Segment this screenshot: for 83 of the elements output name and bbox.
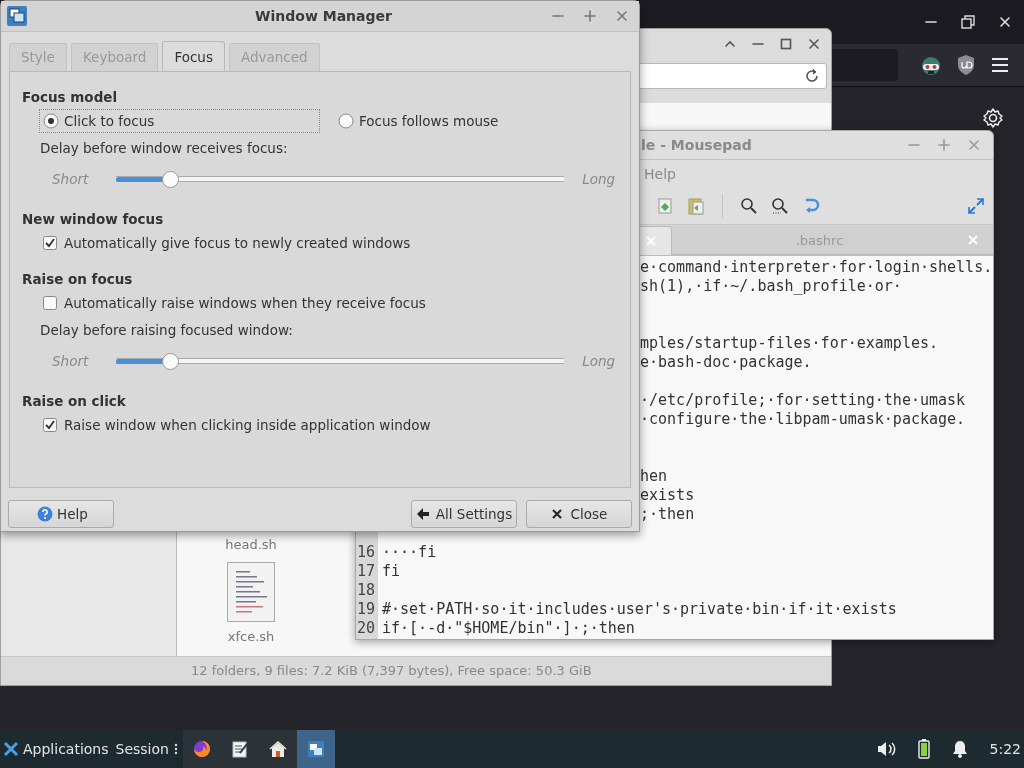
- radio-option[interactable]: Focus follows mouse: [334, 109, 504, 133]
- slider-min-label: Short: [52, 171, 89, 187]
- code-line: ·/etc/profile;·for·setting·the·umask: [640, 390, 966, 409]
- bell-icon[interactable]: [951, 740, 968, 758]
- tab[interactable]: Focus: [162, 41, 225, 71]
- checkbox[interactable]: [43, 296, 57, 310]
- close-icon: [550, 508, 563, 520]
- shield-icon[interactable]: [956, 54, 976, 76]
- taskbar-button[interactable]: [182, 730, 221, 768]
- session-menu[interactable]: Session: [112, 730, 183, 768]
- section-heading: Raise on focus: [22, 270, 134, 289]
- radio-option[interactable]: Click to focus: [39, 109, 320, 133]
- slider-label: Delay before window receives focus:: [39, 139, 289, 158]
- settings-button[interactable]: All Settings: [411, 500, 517, 528]
- close-icon[interactable]: [807, 37, 821, 51]
- home-icon: [267, 739, 288, 759]
- slider-label: Delay before raising focused window:: [39, 321, 294, 340]
- slider-min-label: Short: [52, 353, 89, 369]
- dots-icon: [172, 742, 179, 756]
- radio-button[interactable]: [338, 113, 354, 129]
- clock[interactable]: 5:22: [989, 741, 1024, 757]
- settings-icon[interactable]: [982, 107, 1004, 129]
- code-line: ·configure·the·libpam-umask·package.: [640, 409, 966, 428]
- checkbox-label[interactable]: Automatically raise windows when they receive focus: [64, 295, 426, 311]
- code-line: #·set·PATH·so·it·includes·user's·private·bin·if·it·exists: [382, 599, 897, 618]
- clipboard-icon[interactable]: [687, 197, 705, 215]
- search-icon[interactable]: [740, 197, 758, 215]
- help-icon: [37, 506, 53, 522]
- line-number: 18: [356, 580, 376, 599]
- x-logo-icon: [3, 741, 19, 757]
- taskbar-button[interactable]: [296, 730, 335, 768]
- code-line: exists: [640, 485, 695, 504]
- checkbox[interactable]: [43, 236, 57, 250]
- code-line: e·command·interpreter·for·login·shells.: [640, 257, 993, 276]
- text-file-icon[interactable]: [227, 562, 275, 622]
- slider-handle[interactable]: [162, 170, 179, 188]
- section-heading: Focus model: [22, 88, 119, 107]
- line-number: 16: [356, 542, 376, 561]
- taskbar-button[interactable]: [258, 730, 297, 768]
- help-button[interactable]: Help: [8, 500, 114, 528]
- search-replace-icon[interactable]: [771, 197, 789, 215]
- window-manager-icon: [305, 739, 326, 759]
- fullscreen-icon[interactable]: [967, 197, 985, 215]
- maximize-icon[interactable]: [779, 37, 793, 51]
- code-line: sh(1),·if·~/.bash_profile·or·: [640, 276, 902, 295]
- radio-label[interactable]: Focus follows mouse: [359, 113, 499, 129]
- browser-icon: [191, 739, 212, 759]
- restore-icon[interactable]: [960, 14, 976, 30]
- checkbox[interactable]: [43, 418, 57, 432]
- section-heading: New window focus: [22, 210, 165, 229]
- app-icon: [6, 5, 28, 27]
- volume-icon[interactable]: [875, 740, 896, 758]
- menu-icon[interactable]: [990, 56, 1010, 74]
- checkbox-label[interactable]: Raise window when clicking inside application window: [64, 417, 431, 433]
- code-line: mples/startup-files·for·examples.: [640, 333, 938, 352]
- line-number: 19: [356, 599, 376, 618]
- applications-menu[interactable]: Applications: [0, 730, 113, 768]
- code-line: ····fi: [382, 542, 437, 561]
- text-editor-icon: [229, 739, 250, 759]
- mascot-icon[interactable]: [920, 54, 942, 76]
- radio-label[interactable]: Click to focus: [64, 113, 155, 129]
- code-line: if·[·-d·"$HOME/bin"·]·;·then: [382, 618, 635, 637]
- window-title: Window Manager: [254, 8, 393, 24]
- checkbox-label[interactable]: Automatically give focus to newly created windows: [64, 235, 411, 251]
- reload-icon[interactable]: [804, 68, 820, 84]
- line-number: 17: [356, 561, 376, 580]
- slider-handle[interactable]: [162, 352, 179, 370]
- section-heading: Raise on click: [22, 392, 127, 411]
- file-name[interactable]: head.sh: [225, 537, 277, 552]
- radio-button[interactable]: [43, 113, 59, 129]
- file-name[interactable]: xfce.sh: [227, 629, 275, 644]
- close-icon[interactable]: [998, 15, 1012, 29]
- slider-max-label: Long: [582, 171, 616, 187]
- close-button[interactable]: Close: [526, 500, 632, 528]
- code-line: e·bash-doc·package.: [640, 352, 812, 371]
- line-number: 20: [356, 618, 376, 637]
- code-line: fi: [382, 561, 401, 580]
- window-title: le - Mousepad: [641, 137, 752, 153]
- slider-max-label: Long: [582, 353, 616, 369]
- code-line: ;·then: [640, 504, 695, 523]
- battery-icon[interactable]: [917, 739, 930, 759]
- arrow-left-icon: [415, 507, 430, 521]
- code-line: hen: [640, 466, 668, 485]
